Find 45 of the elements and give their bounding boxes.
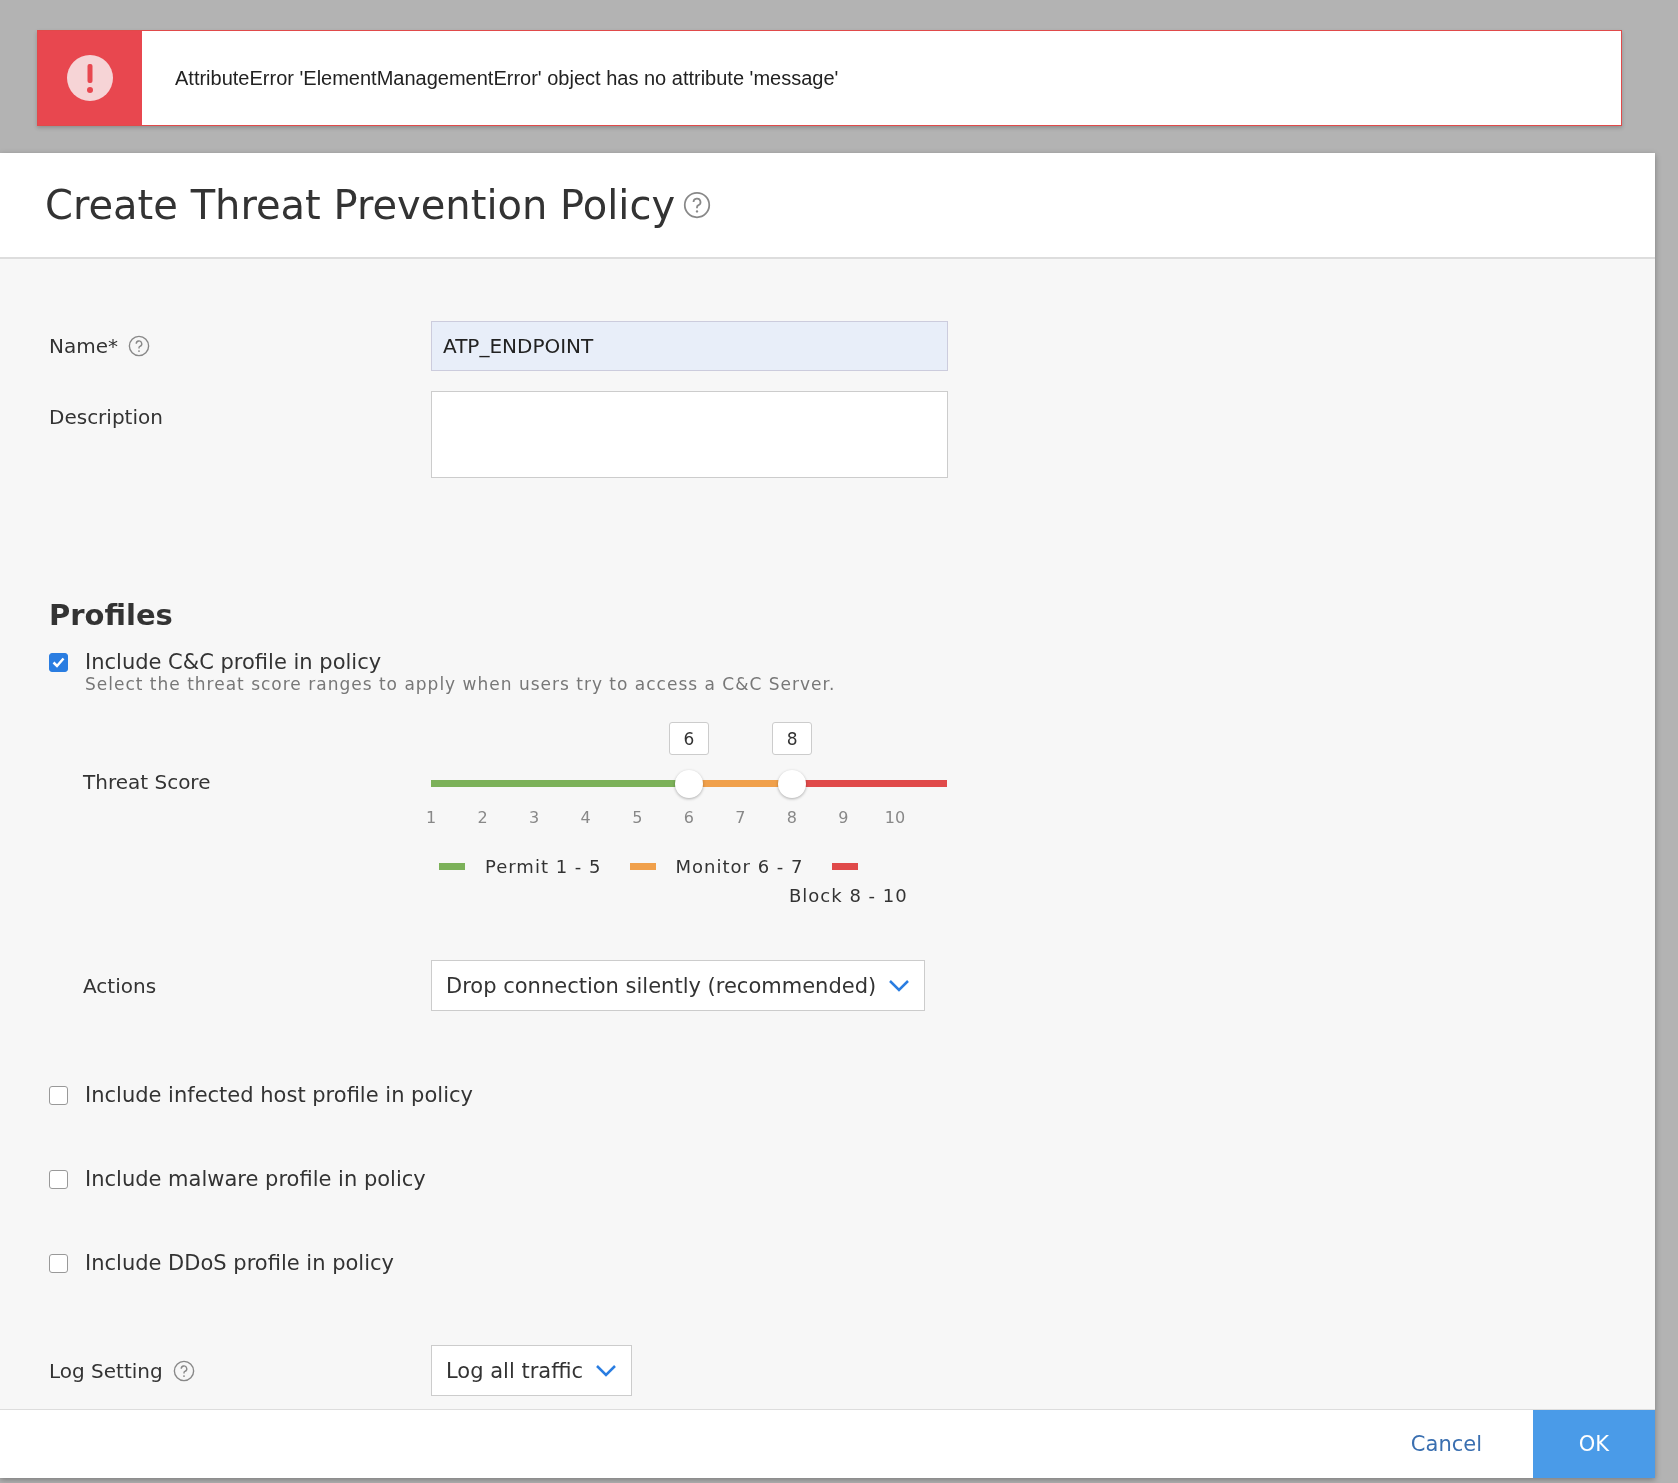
tick-label: 5 bbox=[632, 808, 643, 827]
dialog-title: Create Threat Prevention Policy bbox=[45, 182, 676, 228]
legend-label: Monitor 6 - 7 bbox=[675, 856, 804, 877]
tick-label: 3 bbox=[529, 808, 540, 827]
checkbox-label: Include C&C profile in policy bbox=[85, 650, 382, 674]
tick-label: 6 bbox=[683, 808, 694, 827]
description-field[interactable] bbox=[431, 391, 948, 478]
chevron-down-icon bbox=[595, 1363, 617, 1378]
tick-label: 2 bbox=[477, 808, 488, 827]
field-label: Threat Score bbox=[83, 770, 211, 794]
field-label: Actions bbox=[83, 973, 157, 998]
help-icon[interactable] bbox=[172, 1359, 195, 1382]
tick-label: 4 bbox=[580, 808, 591, 827]
tick-label: 7 bbox=[735, 808, 746, 827]
checkbox[interactable] bbox=[49, 652, 68, 672]
actions-dropdown[interactable]: Drop connection silently (recommended) bbox=[431, 960, 926, 1011]
chevron-down-icon bbox=[888, 978, 911, 993]
slider-thumb[interactable] bbox=[778, 770, 807, 798]
field-label: Description bbox=[49, 405, 163, 429]
field-label: Log Setting bbox=[49, 1358, 163, 1383]
help-icon[interactable] bbox=[683, 191, 712, 219]
section-heading: Profiles bbox=[49, 598, 174, 632]
tick-label: 1 bbox=[425, 808, 437, 827]
value-bubble: 8 bbox=[772, 722, 813, 755]
value-bubble: 6 bbox=[669, 722, 709, 755]
checkbox[interactable] bbox=[49, 1085, 68, 1105]
checkbox-label: Include malware profile in policy bbox=[85, 1167, 426, 1191]
checkbox-label: Include infected host profile in policy bbox=[85, 1083, 473, 1107]
legend-label: Block 8 - 10 bbox=[789, 885, 908, 906]
checkbox[interactable] bbox=[49, 1169, 68, 1189]
tick-label: 10 bbox=[884, 808, 906, 827]
help-icon[interactable] bbox=[128, 335, 150, 357]
checkbox[interactable] bbox=[49, 1253, 68, 1273]
tick-label: 9 bbox=[838, 808, 849, 827]
tick-label: 8 bbox=[786, 808, 797, 827]
cancel-button[interactable]: Cancel bbox=[1404, 1410, 1488, 1478]
error-message: AttributeError 'ElementManagementError' object has no attribute 'message' bbox=[175, 66, 839, 90]
log-setting-dropdown[interactable]: Log all traffic bbox=[431, 1345, 632, 1396]
field-label: Name* bbox=[49, 334, 118, 358]
name-field[interactable]: ATP_ENDPOINT bbox=[431, 321, 948, 371]
legend-label: Permit 1 - 5 bbox=[485, 856, 602, 877]
hint-text: Select the threat score ranges to apply when users try to access a C&C Server. bbox=[85, 674, 837, 694]
alert-icon bbox=[67, 55, 113, 101]
checkbox-label: Include DDoS profile in policy bbox=[85, 1251, 394, 1275]
slider-thumb[interactable] bbox=[675, 770, 703, 798]
